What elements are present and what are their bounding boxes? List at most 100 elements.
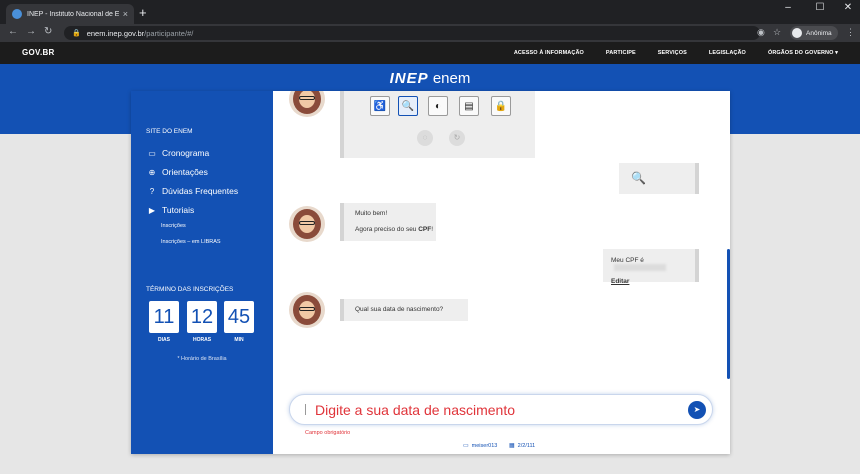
chat-input[interactable]: Digite a sua data de nascimento ➤ bbox=[289, 394, 713, 425]
bot-message-line: Muito bem! bbox=[355, 210, 388, 217]
sidebar-item-tutoriais[interactable]: ▶ Tutoriais bbox=[146, 205, 194, 215]
bot-message-text: Agora preciso do seu bbox=[355, 226, 419, 233]
countdown-days: 11 bbox=[149, 301, 179, 333]
calendar-icon: ▭ bbox=[148, 148, 156, 158]
back-arrow-icon[interactable]: ← bbox=[8, 26, 18, 37]
countdown-hours: 12 bbox=[187, 301, 217, 333]
bot-message-text: ! bbox=[431, 226, 434, 233]
subtitles-icon[interactable]: ▤ bbox=[459, 96, 479, 116]
user-message-line: Meu CPF é bbox=[611, 257, 695, 271]
avatar-glasses bbox=[299, 307, 315, 311]
required-field-error: Campo obrigatório bbox=[305, 430, 351, 436]
chat-input-placeholder: Digite a sua data de nascimento bbox=[315, 402, 516, 418]
footer-version: ▦ 2/2/111 bbox=[509, 442, 536, 450]
gov-link-orgaos[interactable]: ÓRGÃOS DO GOVERNO ▾ bbox=[768, 50, 838, 56]
favicon-icon bbox=[12, 9, 22, 19]
avatar-glasses bbox=[299, 96, 315, 100]
tab-title: INEP - Instituto Nacional de Est... bbox=[27, 10, 119, 18]
bot-avatar bbox=[289, 206, 325, 242]
countdown-minutes: 45 bbox=[224, 301, 254, 333]
site-logo: INEP enem bbox=[0, 70, 860, 87]
profile-label: Anônima bbox=[806, 29, 832, 37]
tab-close-icon[interactable]: × bbox=[123, 9, 128, 19]
contrast-icon[interactable]: ◐ bbox=[428, 96, 448, 116]
refresh-icon[interactable]: ↻ bbox=[449, 130, 465, 146]
reload-icon[interactable]: ↻ bbox=[44, 26, 52, 37]
send-button[interactable]: ➤ bbox=[688, 401, 706, 419]
gov-bar: GOV.BR ACESSO À INFORMAÇÃO PARTICIPE SER… bbox=[0, 42, 860, 64]
video-icon: ▶ bbox=[148, 205, 156, 215]
magnifier-icon[interactable]: 🔍 bbox=[398, 96, 418, 116]
monitor-icon: ▭ bbox=[463, 443, 469, 449]
gov-link-acesso[interactable]: ACESSO À INFORMAÇÃO bbox=[514, 50, 584, 56]
gov-link-legislacao[interactable]: LEGISLAÇÃO bbox=[709, 50, 746, 56]
chat-area: ♿ 🔍 ◐ ▤ 🔒 ◌ ↻ 🔍 Muito bem! Agora preciso… bbox=[273, 91, 730, 454]
url-path: /participante/#/ bbox=[144, 28, 194, 38]
sidebar-subitem-inscricoes[interactable]: Inscrições bbox=[161, 223, 186, 229]
star-icon[interactable]: ☆ bbox=[773, 27, 781, 38]
accessibility-options-bubble: ♿ 🔍 ◐ ▤ 🔒 ◌ ↻ bbox=[340, 91, 535, 158]
browser-tabbar: INEP - Instituto Nacional de Est... × + … bbox=[0, 0, 860, 24]
sidebar-item-cronograma[interactable]: ▭ Cronograma bbox=[146, 148, 209, 158]
cpf-label: Meu CPF é bbox=[611, 257, 644, 264]
countdown-hours-label: HORAS bbox=[192, 337, 212, 343]
menu-kebab-icon[interactable]: ⋮ bbox=[846, 27, 855, 38]
timezone-note: * Horário de Brasília bbox=[177, 356, 227, 362]
incognito-icon: ◉ bbox=[757, 27, 765, 37]
sidebar-title: SITE DO ENEM bbox=[146, 128, 193, 135]
browser-toolbar: ← → ↻ 🔒 enem.inep.gov.br /participante/#… bbox=[0, 24, 860, 42]
maximize-button[interactable]: ☐ bbox=[806, 2, 834, 13]
text-caret bbox=[305, 404, 306, 415]
countdown-minutes-label: MIN bbox=[234, 337, 244, 343]
edit-link[interactable]: Editar bbox=[611, 278, 695, 285]
bot-message-line: Agora preciso do seu CPF! bbox=[355, 226, 436, 233]
sidebar-item-label: Tutoriais bbox=[162, 205, 195, 215]
gov-link-participe[interactable]: PARTICIPE bbox=[606, 50, 636, 56]
footer-session: ▭ meiser013 bbox=[463, 442, 498, 450]
inep-logo-text: INEP bbox=[389, 70, 429, 87]
lock-icon: 🔒 bbox=[72, 30, 81, 37]
bot-message-bold: CPF bbox=[418, 226, 432, 233]
sidebar-item-label: Dúvidas Frequentes bbox=[162, 186, 239, 196]
forward-arrow-icon[interactable]: → bbox=[26, 26, 36, 37]
bot-message-cpf: Muito bem! Agora preciso do seu CPF! bbox=[340, 203, 436, 241]
lock-icon[interactable]: 🔒 bbox=[491, 96, 511, 116]
countdown-title: TÉRMINO DAS INSCRIÇÕES bbox=[146, 286, 234, 293]
gov-links: ACESSO À INFORMAÇÃO PARTICIPE SERVIÇOS L… bbox=[514, 50, 838, 56]
audio-icon[interactable]: ◌ bbox=[417, 130, 433, 146]
countdown-days-label: DIAS bbox=[158, 337, 170, 343]
profile-button[interactable]: Anônima bbox=[790, 26, 838, 40]
sidebar-item-orientacoes[interactable]: ⊕ Orientações bbox=[146, 167, 208, 177]
address-bar[interactable]: 🔒 enem.inep.gov.br /participante/#/ bbox=[64, 26, 760, 40]
bot-message-birthdate: Qual sua data de nascimento? bbox=[340, 299, 468, 321]
user-message-search: 🔍 bbox=[619, 163, 699, 194]
sidebar: SITE DO ENEM ▭ Cronograma ⊕ Orientações … bbox=[131, 91, 273, 454]
sidebar-subitem-libras[interactable]: Inscrições – em LIBRAS bbox=[161, 239, 221, 245]
footer-session-text: meiser013 bbox=[471, 442, 498, 449]
sidebar-item-duvidas[interactable]: ? Dúvidas Frequentes bbox=[146, 186, 238, 196]
minimize-button[interactable]: – bbox=[774, 2, 802, 13]
enem-logo-text: enem bbox=[432, 70, 471, 87]
bot-avatar bbox=[289, 91, 325, 117]
grid-icon: ▦ bbox=[509, 443, 515, 449]
close-window-button[interactable]: ✕ bbox=[834, 2, 860, 13]
bot-avatar bbox=[289, 292, 325, 328]
cpf-value-redacted bbox=[614, 264, 666, 271]
chat-card: SITE DO ENEM ▭ Cronograma ⊕ Orientações … bbox=[131, 91, 730, 454]
url-host: enem.inep.gov.br bbox=[86, 28, 145, 38]
chat-scrollbar[interactable] bbox=[727, 249, 730, 379]
sidebar-item-label: Orientações bbox=[162, 167, 208, 177]
question-icon: ? bbox=[149, 186, 155, 196]
new-tab-button[interactable]: + bbox=[139, 5, 147, 20]
footer-version-text: 2/2/111 bbox=[517, 442, 536, 449]
sidebar-item-label: Cronograma bbox=[162, 148, 210, 158]
profile-avatar-icon bbox=[792, 28, 802, 38]
gov-logo[interactable]: GOV.BR bbox=[22, 48, 55, 57]
avatar-glasses bbox=[299, 221, 315, 225]
globe-icon: ⊕ bbox=[148, 167, 156, 177]
user-message-cpf: Meu CPF é Editar bbox=[603, 249, 699, 285]
wheelchair-icon[interactable]: ♿ bbox=[370, 96, 390, 116]
browser-tab[interactable]: INEP - Instituto Nacional de Est... × bbox=[6, 4, 134, 24]
search-icon: 🔍 bbox=[631, 171, 646, 185]
gov-link-servicos[interactable]: SERVIÇOS bbox=[658, 50, 687, 56]
